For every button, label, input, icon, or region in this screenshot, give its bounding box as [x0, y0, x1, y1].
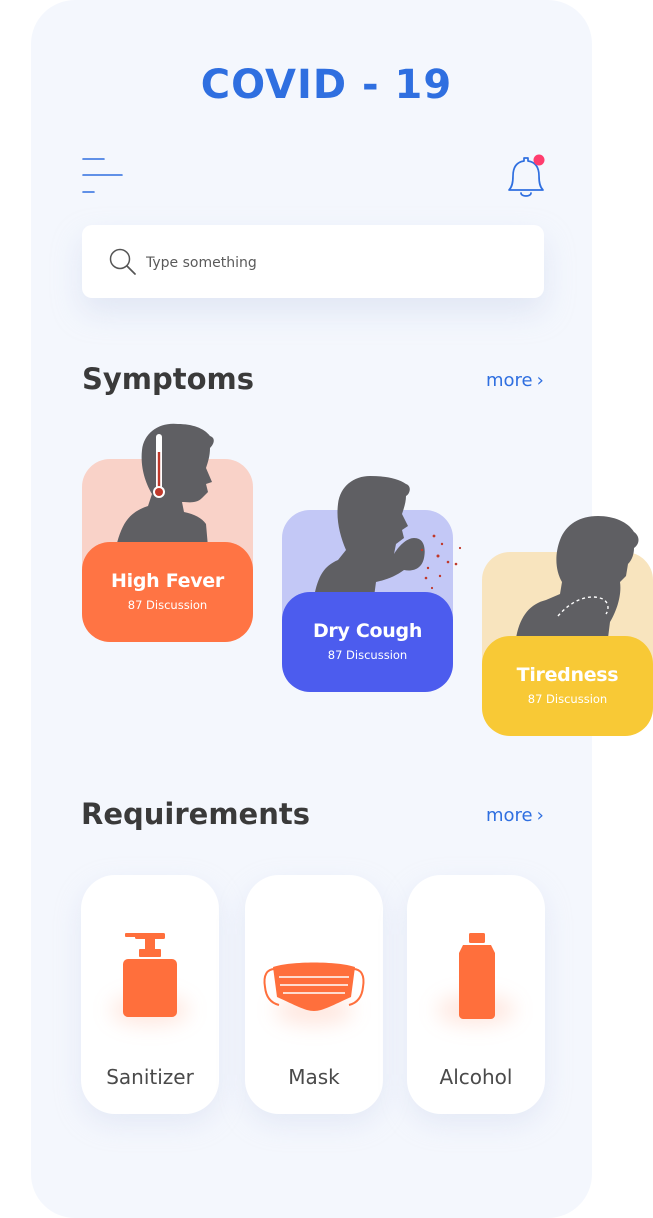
requirement-label: Mask — [288, 1065, 340, 1089]
requirement-card-alcohol[interactable]: Alcohol — [407, 875, 545, 1114]
alcohol-bottle-icon — [459, 933, 495, 1019]
tired-person-silhouette — [516, 516, 639, 638]
symptom-name: Dry Cough — [312, 620, 423, 642]
symptom-name: Tiredness — [516, 664, 619, 686]
search-bar — [82, 225, 544, 298]
discussion-count: 87 Discussion — [327, 648, 408, 662]
requirements-more-link[interactable]: more › — [486, 805, 544, 826]
face-mask-icon — [263, 962, 365, 1011]
discussion-count: 87 Discussion — [127, 598, 208, 612]
notification-dot — [533, 154, 545, 166]
requirement-card-sanitizer[interactable]: Sanitizer — [81, 875, 219, 1114]
card-label-panel: Dry Cough 87 Discussion — [282, 592, 453, 692]
card-label-panel: High Fever 87 Discussion — [82, 542, 253, 642]
symptoms-more-link[interactable]: more › — [486, 370, 544, 391]
search-input[interactable] — [144, 247, 508, 279]
notification-bell-icon[interactable] — [502, 152, 550, 202]
requirement-label: Sanitizer — [106, 1065, 194, 1089]
cough-person-silhouette — [314, 476, 462, 597]
more-label: more — [486, 805, 533, 826]
discussion-count: 87 Discussion — [527, 692, 608, 706]
card-label-panel: Tiredness 87 Discussion — [482, 636, 653, 736]
symptoms-heading: Symptoms — [82, 362, 255, 396]
sanitizer-bottle-icon — [123, 933, 177, 1017]
thermometer-icon — [153, 434, 165, 498]
symptom-name: High Fever — [111, 570, 224, 592]
more-label: more — [486, 370, 533, 391]
requirement-card-mask[interactable]: Mask — [245, 875, 383, 1114]
app-title: COVID - 19 — [200, 62, 453, 108]
menu-icon[interactable] — [82, 156, 124, 196]
search-icon — [109, 248, 136, 275]
requirement-label: Alcohol — [439, 1065, 513, 1089]
requirements-heading: Requirements — [81, 797, 310, 831]
chevron-right-icon: › — [536, 370, 544, 391]
fever-person-silhouette — [116, 423, 214, 547]
chevron-right-icon: › — [536, 805, 544, 826]
